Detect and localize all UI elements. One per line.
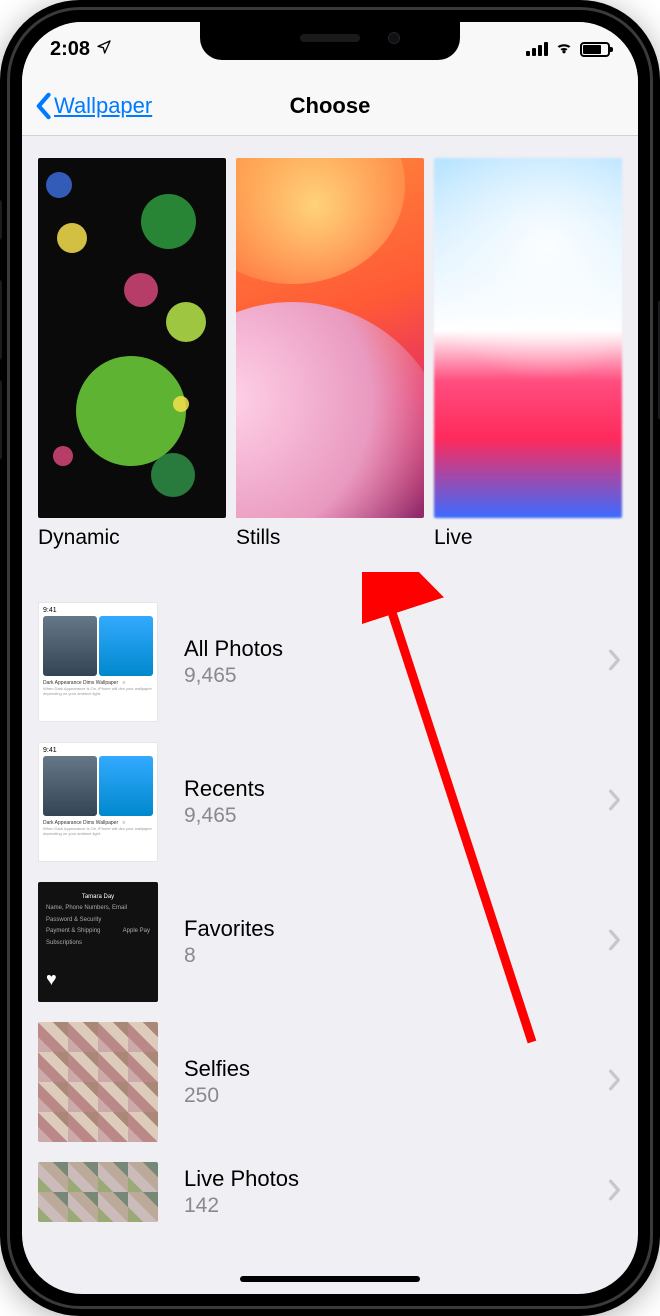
category-label: Stills xyxy=(236,526,424,550)
category-live[interactable]: Live xyxy=(434,158,622,550)
album-count: 8 xyxy=(184,944,582,968)
album-row-all-photos[interactable]: 9:41 Dark Appearance Dims Wallpaper ○ Wh… xyxy=(38,592,622,732)
album-title: Recents xyxy=(184,776,582,802)
album-count: 250 xyxy=(184,1084,582,1108)
album-count: 142 xyxy=(184,1194,582,1218)
device-frame: 2:08 Wallpaper Choose xyxy=(0,0,660,1316)
category-stills[interactable]: Stills xyxy=(236,158,424,550)
chevron-right-icon xyxy=(608,649,622,676)
album-title: All Photos xyxy=(184,636,582,662)
status-time: 2:08 xyxy=(50,38,90,61)
album-title: Live Photos xyxy=(184,1166,582,1192)
album-row-selfies[interactable]: Selfies 250 xyxy=(38,1012,622,1152)
category-stills-thumb xyxy=(236,158,424,518)
volume-up-button xyxy=(0,280,2,360)
wifi-icon xyxy=(554,38,574,61)
chevron-right-icon xyxy=(608,789,622,816)
chevron-right-icon xyxy=(608,1069,622,1096)
notch xyxy=(200,22,460,60)
category-dynamic[interactable]: Dynamic xyxy=(38,158,226,550)
chevron-left-icon xyxy=(34,92,52,120)
album-row-favorites[interactable]: Tamara Day Name, Phone Numbers, Email Pa… xyxy=(38,872,622,1012)
volume-down-button xyxy=(0,380,2,460)
album-row-recents[interactable]: 9:41 Dark Appearance Dims Wallpaper ○ Wh… xyxy=(38,732,622,872)
album-title: Favorites xyxy=(184,916,582,942)
album-thumb xyxy=(38,1162,158,1222)
back-button[interactable]: Wallpaper xyxy=(34,92,152,120)
album-thumb xyxy=(38,1022,158,1142)
chevron-right-icon xyxy=(608,929,622,956)
album-row-live-photos[interactable]: Live Photos 142 xyxy=(38,1152,622,1232)
cellular-icon xyxy=(526,42,548,56)
album-count: 9,465 xyxy=(184,664,582,688)
category-label: Dynamic xyxy=(38,526,226,550)
page-title: Choose xyxy=(290,93,371,119)
battery-icon xyxy=(580,42,610,57)
home-indicator[interactable] xyxy=(240,1276,420,1282)
album-count: 9,465 xyxy=(184,804,582,828)
chevron-right-icon xyxy=(608,1179,622,1206)
nav-bar: Wallpaper Choose xyxy=(22,76,638,136)
wallpaper-categories: Dynamic Stills Live xyxy=(38,158,622,550)
mute-switch xyxy=(0,200,2,240)
heart-icon: ♥ xyxy=(46,962,57,996)
album-list: 9:41 Dark Appearance Dims Wallpaper ○ Wh… xyxy=(38,592,622,1232)
category-live-thumb xyxy=(434,158,622,518)
back-label: Wallpaper xyxy=(54,93,152,119)
album-thumb: 9:41 Dark Appearance Dims Wallpaper ○ Wh… xyxy=(38,742,158,862)
location-icon xyxy=(96,38,112,61)
category-label: Live xyxy=(434,526,622,550)
screen: 2:08 Wallpaper Choose xyxy=(22,22,638,1294)
album-thumb: 9:41 Dark Appearance Dims Wallpaper ○ Wh… xyxy=(38,602,158,722)
category-dynamic-thumb xyxy=(38,158,226,518)
album-title: Selfies xyxy=(184,1056,582,1082)
album-thumb: Tamara Day Name, Phone Numbers, Email Pa… xyxy=(38,882,158,1002)
